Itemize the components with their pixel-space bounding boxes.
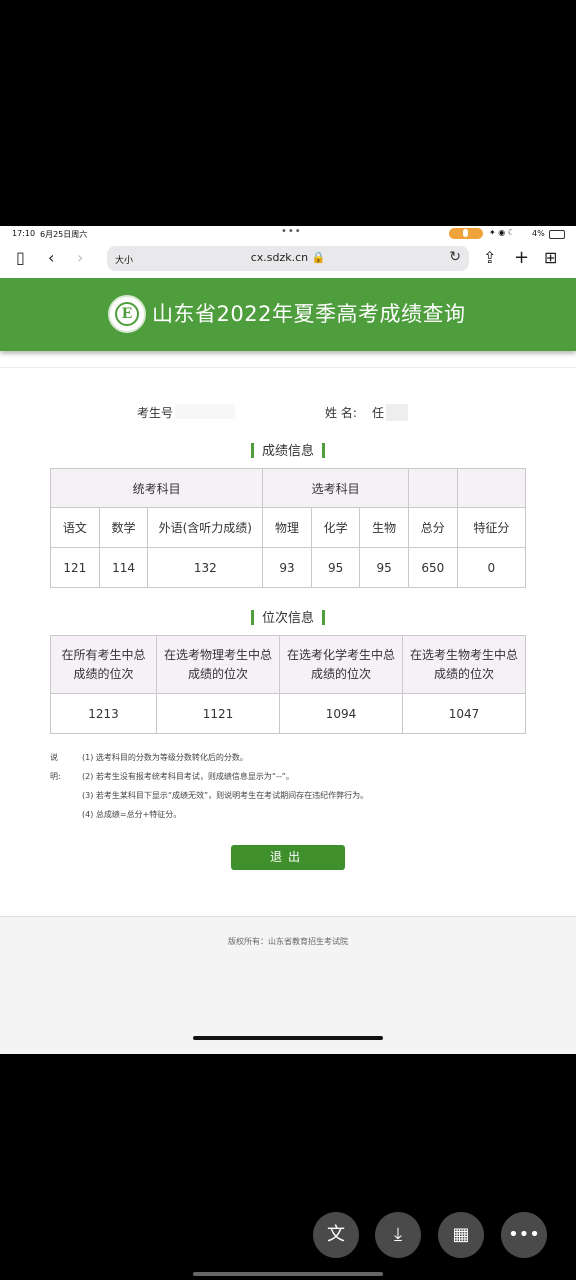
exit-button[interactable]: 退出 xyxy=(231,845,345,870)
mic-indicator-icon xyxy=(449,228,483,239)
rank-all: 1213 xyxy=(50,693,157,734)
footer: 版权所有：山东省教育招生考试院 xyxy=(0,916,576,1054)
home-indicator[interactable] xyxy=(193,1036,383,1040)
rank-biology: 1047 xyxy=(402,693,526,734)
battery-level: 4% xyxy=(532,229,545,238)
col-header-biology: 生物 xyxy=(359,507,409,548)
name-redacted xyxy=(386,404,408,421)
score-title-text: 成绩信息 xyxy=(261,444,314,459)
rank-chemistry: 1094 xyxy=(279,693,403,734)
rank-section-title: 位次信息 xyxy=(0,607,576,626)
name-value: 任 xyxy=(372,406,385,420)
blank-header xyxy=(407,468,458,508)
col-header-foreign: 外语(含听力成绩) xyxy=(147,507,264,548)
unified-group-header: 统考科目 xyxy=(49,468,264,508)
result-content: 考生号 姓 名: 任 成绩信息 统考科目 选考科目 语文 数学 外语(含听力成绩… xyxy=(0,367,576,918)
exam-number-redacted xyxy=(175,404,235,419)
blank-header xyxy=(456,468,527,508)
share-icon[interactable]: ⇪ xyxy=(483,248,496,268)
table-row: 121 114 132 93 95 95 650 0 xyxy=(50,547,527,588)
new-tab-icon[interactable]: + xyxy=(514,248,529,268)
score-chemistry: 95 xyxy=(310,547,361,588)
rank-physics: 1121 xyxy=(156,693,280,734)
exam-number-label: 考生号 xyxy=(137,406,174,420)
elective-group-header: 选考科目 xyxy=(262,468,409,508)
tabs-icon[interactable]: ⊞ xyxy=(544,248,557,268)
browser-toolbar: ▯ ‹ › 大小 cx.sdzk.cn 🔒 ↻ ⇪ + ⊞ xyxy=(0,240,576,277)
score-physics: 93 xyxy=(262,547,312,588)
score-chinese: 121 xyxy=(50,547,100,588)
more-icon[interactable]: ••• xyxy=(501,1212,547,1258)
grid-icon[interactable]: ▦ xyxy=(438,1212,484,1258)
rank-title-text: 位次信息 xyxy=(261,611,314,626)
multitask-dots-icon[interactable]: ••• xyxy=(281,226,302,237)
col-header-chinese: 语文 xyxy=(50,507,100,548)
rank-header-all: 在所有考生中总 成绩的位次 xyxy=(50,635,157,694)
address-bar[interactable]: 大小 cx.sdzk.cn 🔒 ↻ xyxy=(107,246,469,271)
connectivity-icons: ✦ ◉ ☾ xyxy=(489,228,515,237)
download-icon[interactable]: ⤓ xyxy=(375,1212,421,1258)
translate-icon[interactable]: 文 xyxy=(313,1212,359,1258)
rank-header-physics: 在选考物理考生中总 成绩的位次 xyxy=(156,635,280,694)
note-item: (3) 若考生某科目下显示“成绩无效”，则说明考生在考试期间存在违纪作弊行为。 xyxy=(82,791,369,800)
url-text[interactable]: cx.sdzk.cn 🔒 xyxy=(107,251,469,264)
forward-icon[interactable]: › xyxy=(77,248,83,268)
status-time: 17:10 xyxy=(12,229,36,238)
col-header-chemistry: 化学 xyxy=(310,507,361,548)
score-bonus: 0 xyxy=(456,547,527,588)
name-label: 姓 名: xyxy=(325,406,357,420)
rank-table: 在所有考生中总 成绩的位次 在选考物理考生中总 成绩的位次 在选考化学考生中总 成绩的… xyxy=(50,635,526,734)
col-header-physics: 物理 xyxy=(262,507,312,548)
score-biology: 95 xyxy=(359,547,409,588)
status-bar: 17:10 6月25日周六 ••• ✦ ◉ ☾ 4% xyxy=(0,226,576,240)
copyright-text: 版权所有：山东省教育招生考试院 xyxy=(228,937,348,946)
col-header-math: 数学 xyxy=(98,507,149,548)
bottom-home-indicator[interactable] xyxy=(193,1272,383,1276)
score-section-title: 成绩信息 xyxy=(0,440,576,459)
score-total: 650 xyxy=(407,547,458,588)
reload-icon[interactable]: ↻ xyxy=(449,249,461,265)
rank-header-chemistry: 在选考化学考生中总 成绩的位次 xyxy=(279,635,403,694)
sidebar-icon[interactable]: ▯ xyxy=(16,248,25,268)
logo-letter: E xyxy=(115,302,139,326)
site-header: E 山东省2022年夏季高考成绩查询 xyxy=(0,278,576,351)
logo-icon: E xyxy=(108,295,146,333)
note-item: (1) 选考科目的分数为等级分数转化后的分数。 xyxy=(82,753,248,762)
rank-header-biology: 在选考生物考生中总 成绩的位次 xyxy=(402,635,526,694)
browser-screen: 17:10 6月25日周六 ••• ✦ ◉ ☾ 4% ▯ ‹ › 大小 cx.s… xyxy=(0,226,576,1054)
note-item: (2) 若考生没有报考统考科目考试，则成绩信息显示为“--”。 xyxy=(82,772,294,781)
score-foreign: 132 xyxy=(147,547,264,588)
battery-icon xyxy=(549,230,565,239)
notes-label: 说明: xyxy=(50,753,61,781)
table-row: 1213 1121 1094 1047 xyxy=(50,693,526,734)
score-table: 统考科目 选考科目 语文 数学 外语(含听力成绩) 物理 化学 生物 总分 特征… xyxy=(49,468,527,588)
back-icon[interactable]: ‹ xyxy=(48,248,54,268)
site-title: 山东省2022年夏季高考成绩查询 xyxy=(152,302,466,326)
col-header-bonus: 特征分 xyxy=(456,507,527,548)
status-date: 6月25日周六 xyxy=(40,230,88,239)
score-math: 114 xyxy=(98,547,149,588)
note-item: (4) 总成绩=总分+特征分。 xyxy=(82,810,182,819)
col-header-total: 总分 xyxy=(407,507,458,548)
